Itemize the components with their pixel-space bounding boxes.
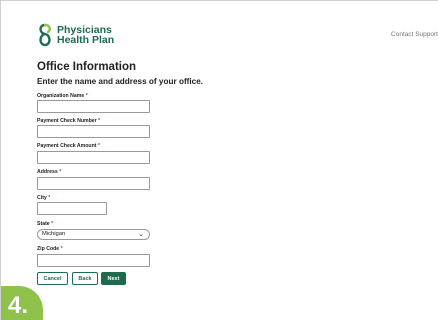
check-amount-input[interactable]	[37, 151, 150, 164]
check-number-input[interactable]	[37, 125, 150, 138]
check-number-label: Payment Check Number *	[37, 118, 100, 124]
zip-input[interactable]	[37, 254, 150, 267]
address-label-text: Address	[37, 169, 58, 175]
required-mark: *	[98, 118, 101, 124]
chevron-down-icon: ⌄	[138, 231, 144, 238]
address-input[interactable]	[37, 177, 150, 190]
required-mark: *	[51, 221, 54, 227]
required-mark: *	[59, 169, 62, 175]
city-label-text: City	[37, 195, 47, 201]
required-mark: *	[60, 246, 63, 252]
page-title: Office Information	[37, 61, 137, 73]
logo-mark-icon	[37, 22, 53, 48]
zip-label: Zip Code *	[37, 246, 63, 252]
state-select[interactable]: Michigan ⌄	[37, 229, 150, 240]
check-number-label-text: Payment Check Number	[37, 118, 97, 124]
logo-text: Physicians Health Plan	[57, 25, 115, 46]
step-number: 4.	[8, 292, 29, 319]
back-button[interactable]: Back	[72, 272, 98, 285]
required-mark: *	[48, 195, 51, 201]
state-label-text: State	[37, 221, 50, 227]
next-button[interactable]: Next	[101, 272, 126, 285]
contact-support-link[interactable]: Contact Support	[391, 31, 438, 38]
app-window: Physicians Health Plan Contact Support O…	[0, 0, 438, 320]
org-name-label-text: Organization Name	[37, 93, 85, 99]
required-mark: *	[85, 93, 88, 99]
state-label: State *	[37, 221, 53, 227]
brand-logo[interactable]: Physicians Health Plan	[37, 22, 114, 48]
city-input[interactable]	[37, 202, 107, 215]
state-selected-value: Michigan	[42, 231, 66, 237]
check-amount-label-text: Payment Check Amount	[37, 143, 97, 149]
org-name-input[interactable]	[37, 100, 150, 113]
check-amount-label: Payment Check Amount *	[37, 143, 100, 149]
cancel-button[interactable]: Cancel	[37, 272, 68, 285]
city-label: City *	[37, 195, 50, 201]
logo-line-2: Health Plan	[57, 34, 115, 46]
page-subtitle: Enter the name and address of your offic…	[37, 77, 204, 86]
address-label: Address *	[37, 169, 61, 175]
zip-label-text: Zip Code	[37, 246, 60, 252]
required-mark: *	[97, 143, 100, 149]
org-name-label: Organization Name *	[37, 93, 88, 99]
